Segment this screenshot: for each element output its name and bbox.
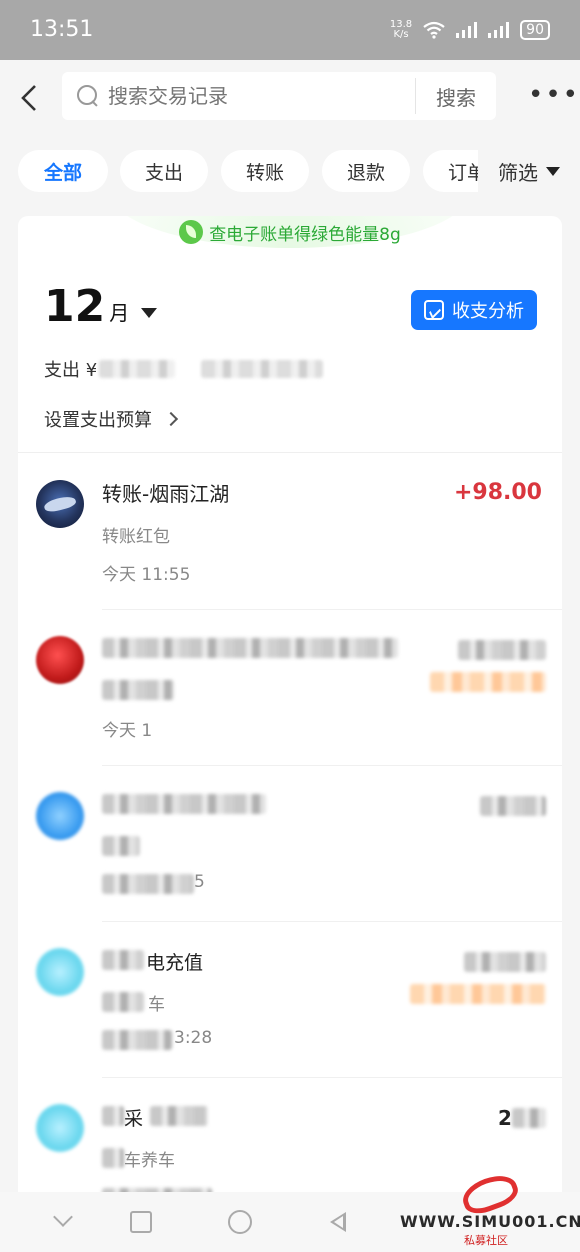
filter-label: 筛选 xyxy=(498,160,538,185)
watermark-site: WWW.SIMU001.CN xyxy=(400,1212,580,1231)
analysis-button[interactable]: 收支分析 xyxy=(411,290,537,330)
chip-refund[interactable]: 退款 xyxy=(322,150,410,192)
avatar xyxy=(36,636,84,684)
transactions-card: 查电子账单得绿色能量8g 12 月 收支分析 支出 ¥ 设置支出预算 转账-烟雨… xyxy=(18,216,562,1206)
transaction-row[interactable]: 5 xyxy=(18,766,562,922)
transaction-amount: +98.00 xyxy=(453,480,542,505)
avatar xyxy=(36,948,84,996)
hide-keyboard-icon[interactable] xyxy=(50,1208,78,1236)
transaction-amount: 2 xyxy=(498,1106,512,1130)
home-icon[interactable] xyxy=(228,1210,252,1234)
transaction-subtitle-redacted xyxy=(102,836,140,856)
transaction-subtitle-redacted xyxy=(102,992,144,1012)
transaction-title-redacted xyxy=(102,950,144,970)
nav-back-icon[interactable] xyxy=(328,1208,356,1236)
battery-indicator: 90 xyxy=(520,20,550,40)
search-input[interactable] xyxy=(108,84,415,108)
chip-expense[interactable]: 支出 xyxy=(120,150,208,192)
transaction-time: 5 xyxy=(194,872,205,892)
budget-link[interactable]: 设置支出预算 xyxy=(44,406,179,432)
transaction-row[interactable]: 电充值 车 3:28 xyxy=(18,922,562,1078)
transaction-time-redacted xyxy=(102,874,194,894)
search-icon xyxy=(76,84,100,108)
watermark-sub: 私募社区 xyxy=(464,1234,508,1247)
leaf-icon xyxy=(179,220,204,244)
chip-all[interactable]: 全部 xyxy=(18,150,108,192)
transaction-time: 今天 1 xyxy=(102,721,153,741)
transaction-subtitle-redacted xyxy=(102,1148,124,1168)
watermark-logo-icon xyxy=(460,1168,514,1206)
transaction-subtitle: 车 xyxy=(148,995,165,1015)
transaction-time: 3:28 xyxy=(174,1028,213,1048)
transaction-tag-redacted xyxy=(430,672,546,692)
status-icons: 13.8 K/s 90 xyxy=(390,20,550,40)
back-button[interactable] xyxy=(14,78,44,118)
transaction-row[interactable]: 转账-烟雨江湖 转账红包 今天 11:55 +98.00 xyxy=(18,454,562,610)
month-unit: 月 xyxy=(109,301,130,325)
filter-button[interactable]: 筛选 xyxy=(478,148,580,194)
eco-banner-text: 查电子账单得绿色能量8g xyxy=(209,224,401,245)
trend-chart-icon xyxy=(424,300,444,320)
transaction-title: 采 xyxy=(124,1108,144,1130)
transaction-title: 电充值 xyxy=(146,952,204,974)
network-speed: 13.8 K/s xyxy=(389,19,413,40)
search-box[interactable]: 搜索 xyxy=(62,72,496,120)
budget-link-label: 设置支出预算 xyxy=(44,410,152,431)
transaction-amount-redacted xyxy=(464,952,546,972)
avatar xyxy=(36,1104,84,1152)
filter-caret-icon xyxy=(546,166,560,176)
chevron-right-icon xyxy=(163,411,179,427)
transaction-title-redacted xyxy=(102,1106,124,1126)
transaction-tag-redacted xyxy=(410,984,546,1004)
search-button[interactable]: 搜索 xyxy=(416,82,496,111)
back-arrow-icon xyxy=(21,85,36,111)
avatar xyxy=(36,792,84,840)
transaction-title: 转账-烟雨江湖 xyxy=(102,482,230,506)
expense-prefix: 支出 ¥ xyxy=(44,360,98,381)
analysis-button-label: 收支分析 xyxy=(452,301,524,322)
recent-apps-icon[interactable] xyxy=(130,1211,152,1233)
transaction-subtitle: 转账红包 xyxy=(102,527,170,547)
transaction-amount-redacted xyxy=(480,796,546,816)
transaction-row[interactable]: 今天 1 xyxy=(18,610,562,766)
transaction-time: 今天 11:55 xyxy=(102,565,191,585)
transaction-subtitle: 车养车 xyxy=(124,1151,175,1171)
watermark: WWW.SIMU001.CN 私募社区 xyxy=(400,1168,580,1248)
month-number: 12 xyxy=(44,281,106,332)
filter-chips: 全部 支出 转账 退款 订单 筛选 xyxy=(0,148,580,194)
chip-transfer[interactable]: 转账 xyxy=(221,150,309,192)
eco-banner[interactable]: 查电子账单得绿色能量8g xyxy=(18,218,562,246)
transaction-title-redacted xyxy=(102,638,398,658)
signal-icon-2 xyxy=(488,22,510,38)
wifi-icon xyxy=(423,21,445,39)
card-divider xyxy=(18,452,562,453)
transaction-title-redacted xyxy=(102,794,266,814)
month-selector[interactable]: 12 月 xyxy=(44,281,158,332)
more-icon[interactable]: ••• xyxy=(528,82,580,108)
status-time: 13:51 xyxy=(30,17,94,42)
search-row: 搜索 ••• xyxy=(0,60,580,136)
month-caret-icon xyxy=(141,308,158,318)
signal-icon-1 xyxy=(456,22,478,38)
income-redacted xyxy=(201,360,324,378)
expense-summary: 支出 ¥ xyxy=(44,356,324,382)
transaction-amount-redacted xyxy=(458,640,546,660)
transaction-title-redacted xyxy=(150,1106,208,1126)
transaction-amount-redacted xyxy=(512,1108,546,1128)
status-bar: 13:51 13.8 K/s 90 xyxy=(0,0,580,60)
avatar xyxy=(36,480,84,528)
transaction-time-redacted xyxy=(102,1030,172,1050)
expense-amount-redacted xyxy=(99,360,176,378)
transaction-subtitle-redacted xyxy=(102,680,174,700)
